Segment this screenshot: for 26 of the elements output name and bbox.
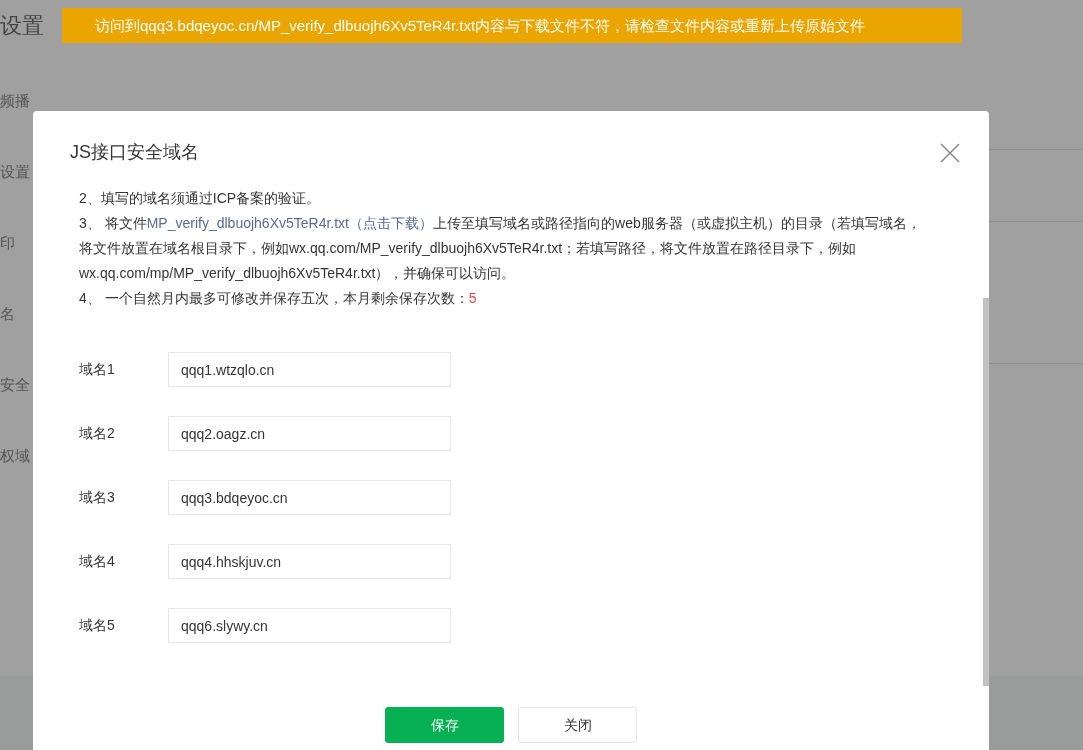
settings-label: 安全 [0,375,31,395]
close-icon[interactable] [939,141,961,164]
field-label: 域名4 [79,552,116,571]
error-toast: 访问到qqq3.bdqeyoc.cn/MP_verify_dlbuojh6Xv5TeR4r.txt内容与下载文件不符，请检查文件内容或重新上传原始文件 [62,8,962,43]
settings-label: 频播 [0,91,31,111]
download-link[interactable]: MP_verify_dlbuojh6Xv5TeR4r.txt（点击下载） [146,215,433,231]
domain-input[interactable]: qqq2.oagz.cn [168,416,451,451]
dialog-title: JS接口安全域名 [70,141,199,164]
field-label: 域名1 [79,360,116,379]
page-title: 设置 [0,12,45,40]
field-label: 域名5 [79,616,116,635]
field-label: 域名2 [79,424,116,443]
settings-label: 设置 [0,162,31,182]
settings-label: 印 [0,233,16,253]
settings-label: 权域 [0,446,31,466]
instruction-text: 3、 将文件MP_verify_dlbuojh6Xv5TeR4r.txt（点击下载）上传至填写域名或路径指向的web服务器（或虚拟主机）的目录（若填写域名，将文件放置在域名根目录下，例如wx.qq.com/MP_verify_dlbuojh6Xv5TeR4r.txt；若填写路径，将文件放置在路径目录下，例如wx.qq.com/mp/MP_verify_dlbuojh6Xv5TeR4r.txt），并确保可以访问。 [79,214,922,283]
settings-label: 名 [0,304,16,324]
domain-input[interactable]: qqq6.slywy.cn [168,608,451,643]
domain-input[interactable]: qqq4.hhskjuv.cn [168,544,451,579]
instruction-text: 2、填写的域名须通过ICP备案的验证。 [79,189,322,208]
domain-input[interactable]: qqq1.wtzqlo.cn [168,352,451,387]
domain-input[interactable]: qqq3.bdqeyoc.cn [168,480,451,515]
close-button[interactable]: 关闭 [518,707,637,743]
field-label: 域名3 [79,488,116,507]
instruction-text: 4、 一个自然月内最多可修改并保存五次，本月剩余保存次数：5 [79,289,478,308]
remaining-count: 5 [468,290,477,306]
